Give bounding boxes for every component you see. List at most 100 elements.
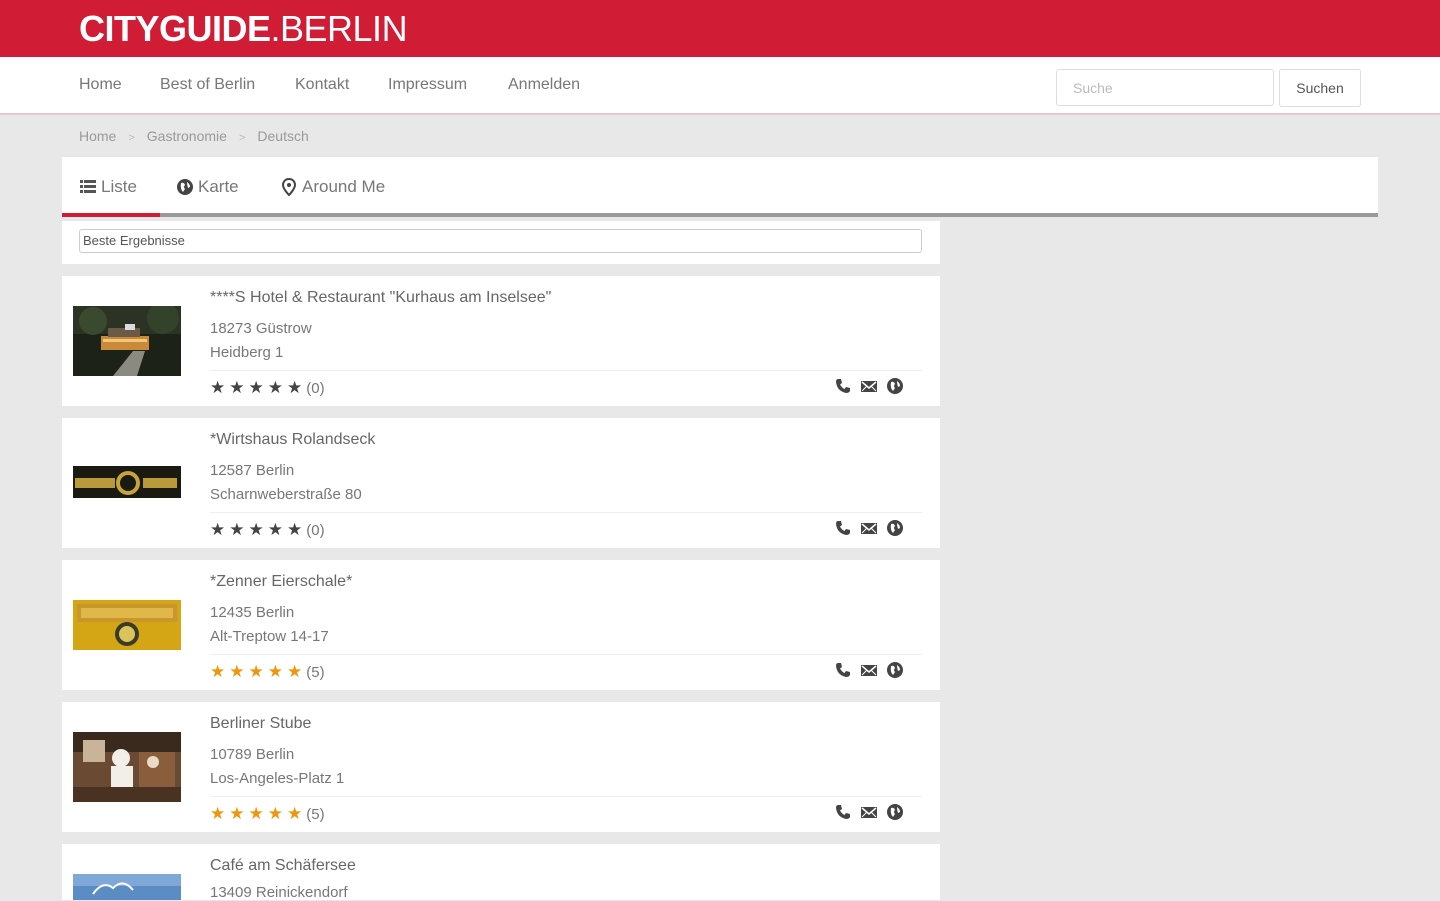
sort-filter-panel: Beste Ergebnisse (62, 221, 940, 264)
review-count: (5) (306, 806, 325, 823)
listing-street: Alt-Treptow 14-17 (210, 628, 329, 645)
listing-card[interactable]: *Wirtshaus Rolandseck 12587 Berlin Schar… (62, 418, 940, 548)
listing-thumbnail[interactable] (73, 306, 181, 376)
listing-city: 12435 Berlin (210, 604, 295, 621)
star-icon: ★ (287, 520, 307, 539)
star-icon: ★ (248, 804, 268, 823)
mail-icon[interactable] (860, 661, 878, 679)
rating-stars: ★★★★★(0) (210, 520, 325, 540)
review-count: (0) (306, 380, 325, 397)
review-count: (5) (306, 664, 325, 681)
list-icon (80, 180, 96, 193)
nav-item-best-of-berlin[interactable]: Best of Berlin (160, 76, 255, 94)
star-icon: ★ (229, 520, 249, 539)
star-icon: ★ (229, 662, 249, 681)
star-icon: ★ (248, 662, 268, 681)
listing-title[interactable]: *Zenner Eierschale* (210, 573, 352, 591)
star-icon: ★ (287, 378, 307, 397)
globe-icon[interactable] (886, 519, 904, 537)
globe-icon[interactable] (886, 377, 904, 395)
listing-street: Los-Angeles-Platz 1 (210, 770, 345, 787)
logo-bold-text: CITYGUIDE (79, 8, 271, 49)
contact-actions (834, 377, 904, 395)
listing-title[interactable]: ****S Hotel & Restaurant "Kurhaus am Ins… (210, 289, 551, 307)
star-icon: ★ (267, 520, 287, 539)
nav-item-impressum[interactable]: Impressum (388, 76, 467, 94)
listing-city: 10789 Berlin (210, 746, 295, 763)
phone-icon[interactable] (834, 803, 852, 821)
listing-title[interactable]: *Wirtshaus Rolandseck (210, 431, 375, 449)
tab-label: Around Me (302, 177, 386, 196)
listing-title[interactable]: Berliner Stube (210, 715, 311, 733)
listing-thumbnail[interactable] (73, 590, 181, 660)
divider (210, 654, 922, 655)
tab-karte[interactable]: Karte (176, 177, 239, 197)
star-icon: ★ (210, 520, 230, 539)
star-icon: ★ (267, 662, 287, 681)
rating-stars: ★★★★★(5) (210, 662, 325, 682)
phone-icon[interactable] (834, 377, 852, 395)
search-button[interactable]: Suchen (1279, 69, 1361, 107)
globe-icon[interactable] (886, 661, 904, 679)
divider (210, 512, 922, 513)
star-icon: ★ (248, 520, 268, 539)
rating-stars: ★★★★★(5) (210, 804, 325, 824)
listing-card[interactable]: *Zenner Eierschale* 12435 Berlin Alt-Tre… (62, 560, 940, 690)
breadcrumb: Home > Gastronomie > Deutsch (79, 128, 309, 144)
star-icon: ★ (267, 804, 287, 823)
listing-title[interactable]: Café am Schäfersee (210, 857, 356, 875)
map-pin-icon (281, 178, 297, 196)
phone-icon[interactable] (834, 661, 852, 679)
star-icon: ★ (210, 378, 230, 397)
star-icon: ★ (287, 804, 307, 823)
star-icon: ★ (210, 662, 230, 681)
tab-label: Liste (101, 177, 137, 196)
contact-actions (834, 803, 904, 821)
listing-card[interactable]: Café am Schäfersee 13409 Reinickendorf (62, 844, 940, 901)
listing-city: 12587 Berlin (210, 462, 295, 479)
tab-around-me[interactable]: Around Me (280, 177, 385, 197)
nav-item-kontakt[interactable]: Kontakt (295, 76, 349, 94)
mail-icon[interactable] (860, 377, 878, 395)
star-icon: ★ (229, 378, 249, 397)
listing-card[interactable]: ****S Hotel & Restaurant "Kurhaus am Ins… (62, 276, 940, 406)
nav-item-home[interactable]: Home (79, 76, 122, 94)
globe-icon (177, 179, 193, 195)
listing-street: Scharnweberstraße 80 (210, 486, 362, 503)
star-icon: ★ (229, 804, 249, 823)
main-nav: Home Best of Berlin Kontakt Impressum An… (0, 57, 1440, 115)
mail-icon[interactable] (860, 803, 878, 821)
listing-city: 13409 Reinickendorf (210, 884, 348, 901)
view-tabs: Liste Karte Around Me (62, 157, 1378, 217)
phone-icon[interactable] (834, 519, 852, 537)
breadcrumb-deutsch[interactable]: Deutsch (257, 128, 308, 144)
contact-actions (834, 661, 904, 679)
mail-icon[interactable] (860, 519, 878, 537)
contact-actions (834, 519, 904, 537)
tab-liste[interactable]: Liste (79, 177, 137, 197)
listing-thumbnail[interactable] (73, 448, 181, 518)
top-bar: CITYGUIDE.BERLIN (0, 0, 1440, 57)
search-input[interactable] (1056, 69, 1274, 106)
star-icon: ★ (267, 378, 287, 397)
breadcrumb-separator: > (128, 132, 135, 144)
listing-thumbnail[interactable] (73, 732, 181, 802)
globe-icon[interactable] (886, 803, 904, 821)
divider (210, 370, 922, 371)
nav-item-anmelden[interactable]: Anmelden (508, 76, 580, 94)
star-icon: ★ (287, 662, 307, 681)
breadcrumb-home[interactable]: Home (79, 128, 116, 144)
site-logo[interactable]: CITYGUIDE.BERLIN (79, 8, 408, 49)
sort-select[interactable]: Beste Ergebnisse (79, 229, 922, 253)
breadcrumb-gastronomie[interactable]: Gastronomie (147, 128, 227, 144)
active-tab-indicator (62, 213, 160, 217)
breadcrumb-separator: > (238, 132, 246, 144)
review-count: (0) (306, 522, 325, 539)
listing-street: Heidberg 1 (210, 344, 284, 361)
logo-rest-text: .BERLIN (270, 8, 408, 49)
listing-thumbnail[interactable] (73, 874, 181, 900)
listing-card[interactable]: Berliner Stube 10789 Berlin Los-Angeles-… (62, 702, 940, 832)
star-icon: ★ (210, 804, 230, 823)
rating-stars: ★★★★★(0) (210, 378, 325, 398)
divider (210, 796, 922, 797)
